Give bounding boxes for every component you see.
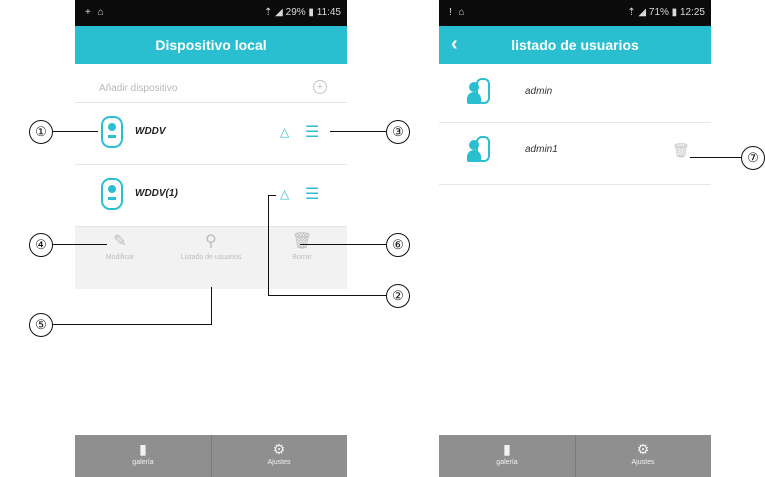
- user-row[interactable]: admin: [439, 66, 711, 122]
- delete-button[interactable]: 🗑 Borrar: [257, 233, 347, 262]
- bottom-tab-bar: ▮ galería ⚙ Ajustes: [439, 435, 711, 477]
- camera-device-icon: [101, 178, 123, 210]
- add-plus-icon[interactable]: +: [313, 80, 327, 94]
- tab-gallery-label: galería: [496, 459, 518, 466]
- user-list-icon: ⚲: [205, 233, 217, 250]
- phone-screen-user-list: ! ⌂ ⇡ ◢ 71% ▮ 12:25 ‹ listado de usuario…: [439, 0, 711, 477]
- bell-icon[interactable]: △: [280, 187, 289, 201]
- bell-icon[interactable]: △: [280, 125, 289, 139]
- divider: [439, 184, 711, 185]
- callout-line: [52, 324, 212, 325]
- action-bar: ✎ Modificar ⚲ Listado de usuarios 🗑 Borr…: [75, 226, 347, 289]
- bottom-tab-bar: ▮ galería ⚙ Ajustes: [75, 435, 347, 477]
- phone-screen-device-list: + ⌂ ⇡ ◢ 29% ▮ 11:45 Dispositivo local Añ…: [75, 0, 347, 477]
- user-camera-icon: [467, 78, 495, 110]
- page-title-bar: ‹ listado de usuarios: [439, 26, 711, 64]
- status-right: ⇡ ◢ 71% ▮ 12:25: [627, 7, 705, 18]
- callout-line: [330, 131, 386, 132]
- trash-icon: 🗑: [291, 233, 313, 250]
- user-row[interactable]: admin1 🗑: [439, 124, 711, 180]
- user-list-button[interactable]: ⚲ Listado de usuarios: [166, 233, 256, 262]
- callout-line: [52, 131, 98, 132]
- user-name: admin: [525, 86, 553, 97]
- gallery-icon: ▮: [503, 441, 511, 457]
- device-name: WDDV(1): [135, 188, 178, 199]
- device-name: WDDV: [135, 126, 166, 137]
- edit-icon: ✎: [113, 233, 127, 250]
- tab-settings[interactable]: ⚙ Ajustes: [211, 435, 347, 477]
- callout-line: [300, 244, 386, 245]
- callout-2: ②: [386, 284, 410, 308]
- status-left: + ⌂: [85, 7, 106, 18]
- callout-1: ①: [29, 120, 53, 144]
- add-device-row[interactable]: Añadir dispositivo +: [75, 74, 347, 103]
- settings-icon: ⚙: [636, 441, 650, 457]
- user-list-label: Listado de usuarios: [180, 254, 242, 261]
- device-row[interactable]: WDDV(1) △ ☰: [75, 166, 347, 224]
- tab-settings[interactable]: ⚙ Ajustes: [575, 435, 711, 477]
- callout-4: ④: [29, 233, 53, 257]
- status-bar: ! ⌂ ⇡ ◢ 71% ▮ 12:25: [439, 0, 711, 26]
- divider: [75, 164, 347, 165]
- status-bar: + ⌂ ⇡ ◢ 29% ▮ 11:45: [75, 0, 347, 26]
- callout-line: [268, 195, 276, 196]
- tab-gallery[interactable]: ▮ galería: [75, 435, 211, 477]
- modify-button[interactable]: ✎ Modificar: [75, 233, 165, 262]
- callout-7: ⑦: [741, 146, 765, 170]
- callout-5: ⑤: [29, 313, 53, 337]
- trash-icon[interactable]: 🗑: [672, 142, 690, 159]
- tab-gallery-label: galería: [132, 459, 154, 466]
- callout-line: [268, 295, 386, 296]
- callout-line: [52, 244, 107, 245]
- status-left: ! ⌂: [449, 7, 467, 18]
- tab-settings-label: Ajustes: [631, 459, 655, 466]
- modify-label: Modificar: [105, 254, 135, 261]
- page-title: Dispositivo local: [75, 26, 347, 64]
- add-device-label: Añadir dispositivo: [99, 83, 178, 94]
- divider: [439, 122, 711, 123]
- tab-gallery[interactable]: ▮ galería: [439, 435, 575, 477]
- camera-device-icon: [101, 116, 123, 148]
- device-row[interactable]: WDDV △ ☰: [75, 104, 347, 162]
- user-name: admin1: [525, 144, 558, 155]
- gallery-icon: ▮: [139, 441, 147, 457]
- user-camera-icon: [467, 136, 495, 168]
- menu-icon[interactable]: ☰: [305, 184, 319, 204]
- callout-line: [211, 287, 212, 325]
- callout-line: [268, 195, 269, 295]
- back-chevron-icon[interactable]: ‹: [451, 26, 458, 62]
- menu-icon[interactable]: ☰: [305, 122, 319, 142]
- page-title: listado de usuarios: [511, 37, 639, 53]
- callout-3: ③: [386, 120, 410, 144]
- settings-icon: ⚙: [272, 441, 286, 457]
- delete-label: Borrar: [292, 254, 312, 261]
- callout-6: ⑥: [386, 233, 410, 257]
- callout-line: [690, 157, 741, 158]
- tab-settings-label: Ajustes: [267, 459, 291, 466]
- status-right: ⇡ ◢ 29% ▮ 11:45: [264, 7, 341, 18]
